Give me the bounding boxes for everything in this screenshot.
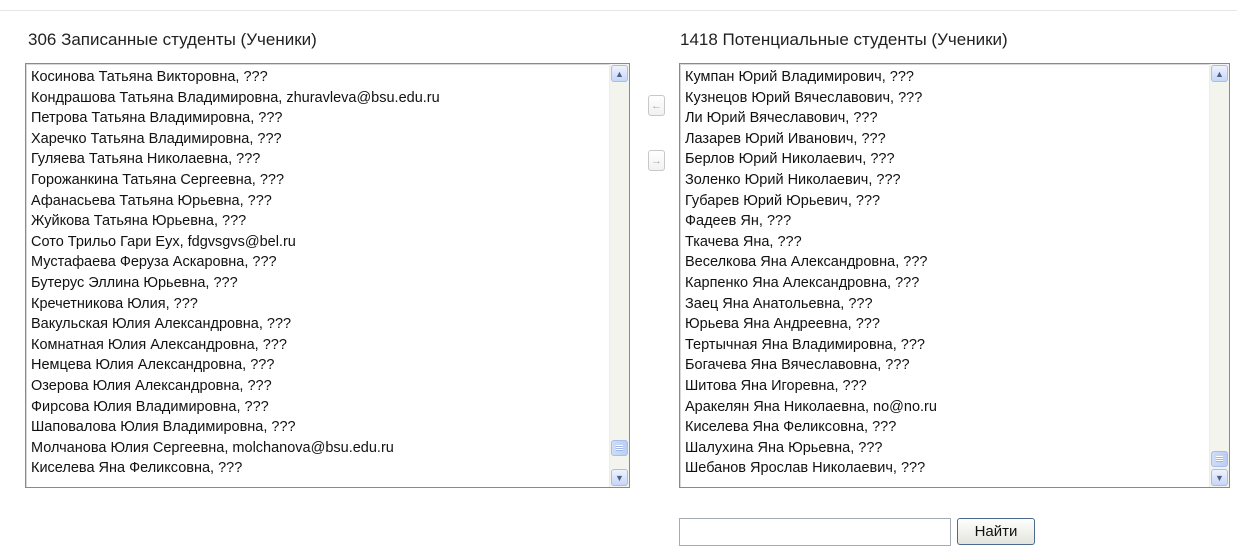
search-input[interactable] [679, 518, 951, 546]
add-student-button[interactable]: ← [648, 95, 665, 116]
list-item[interactable]: Озерова Юлия Александровна, ??? [31, 376, 607, 397]
list-item[interactable]: Кондрашова Татьяна Владимировна, zhuravl… [31, 88, 607, 109]
potential-title: 1418 Потенциальные студенты (Ученики) [680, 30, 1008, 49]
top-divider [0, 10, 1237, 11]
list-item[interactable]: Фадеев Ян, ??? [685, 211, 1207, 232]
list-item[interactable]: Юрьева Яна Андреевна, ??? [685, 314, 1207, 335]
list-item[interactable]: Заец Яна Анатольевна, ??? [685, 294, 1207, 315]
list-item[interactable]: Фирсова Юлия Владимировна, ??? [31, 397, 607, 418]
list-item[interactable]: Петрова Татьяна Владимировна, ??? [31, 108, 607, 129]
list-item[interactable]: Лазарев Юрий Иванович, ??? [685, 129, 1207, 150]
list-item[interactable]: Комнатная Юлия Александровна, ??? [31, 335, 607, 356]
list-item[interactable]: Киселева Яна Феликсовна, ??? [685, 417, 1207, 438]
list-item[interactable]: Харечко Татьяна Владимировна, ??? [31, 129, 607, 150]
list-item[interactable]: Горожанкина Татьяна Сергеевна, ??? [31, 170, 607, 191]
list-item[interactable]: Аракелян Яна Николаевна, no@no.ru [685, 397, 1207, 418]
chevron-up-icon[interactable]: ▲ [611, 65, 628, 82]
list-item[interactable]: Веселкова Яна Александровна, ??? [685, 252, 1207, 273]
list-item[interactable]: Кузнецов Юрий Вячеславович, ??? [685, 88, 1207, 109]
list-item[interactable]: Афанасьева Татьяна Юрьевна, ??? [31, 191, 607, 212]
list-item[interactable]: Богачева Яна Вячеславовна, ??? [685, 355, 1207, 376]
list-item[interactable]: Немцева Юлия Александровна, ??? [31, 355, 607, 376]
list-item[interactable]: Губарев Юрий Юрьевич, ??? [685, 191, 1207, 212]
arrow-right-icon: → [651, 154, 662, 167]
potential-scrollbar[interactable]: ▲ ▼ [1209, 64, 1229, 487]
list-item[interactable]: Карпенко Яна Александровна, ??? [685, 273, 1207, 294]
enrolled-title: 306 Записанные студенты (Ученики) [28, 30, 317, 49]
list-item[interactable]: Тертычная Яна Владимировна, ??? [685, 335, 1207, 356]
list-item[interactable]: Шитова Яна Игоревна, ??? [685, 376, 1207, 397]
enrolled-students-list[interactable]: Косинова Татьяна Викторовна, ??? Кондрашо… [25, 63, 630, 488]
potential-list-items: Кумпан Юрий Владимирович, ??? Кузнецов Юр… [680, 64, 1207, 479]
list-item[interactable]: Ткачева Яна, ??? [685, 232, 1207, 253]
chevron-down-icon[interactable]: ▼ [611, 469, 628, 486]
list-item[interactable]: Молчанова Юлия Сергеевна, molchanova@bsu… [31, 438, 607, 459]
potential-students-list[interactable]: Кумпан Юрий Владимирович, ??? Кузнецов Юр… [679, 63, 1230, 488]
list-item[interactable]: Кумпан Юрий Владимирович, ??? [685, 67, 1207, 88]
list-item[interactable]: Золенко Юрий Николаевич, ??? [685, 170, 1207, 191]
list-item[interactable]: Ли Юрий Вячеславович, ??? [685, 108, 1207, 129]
enrolled-scroll-thumb[interactable] [611, 440, 628, 456]
potential-scroll-thumb[interactable] [1211, 451, 1228, 467]
list-item[interactable]: Бутерус Эллина Юрьевна, ??? [31, 273, 607, 294]
list-item[interactable]: Берлов Юрий Николаевич, ??? [685, 149, 1207, 170]
arrow-left-icon: ← [651, 99, 662, 112]
list-item[interactable]: Кречетникова Юлия, ??? [31, 294, 607, 315]
list-item[interactable]: Жуйкова Татьяна Юрьевна, ??? [31, 211, 607, 232]
enrolled-list-items: Косинова Татьяна Викторовна, ??? Кондрашо… [26, 64, 607, 479]
list-item[interactable]: Шаповалова Юлия Владимировна, ??? [31, 417, 607, 438]
chevron-up-icon[interactable]: ▲ [1211, 65, 1228, 82]
list-item[interactable]: Сото Трильо Гари Еух, fdgvsgvs@bel.ru [31, 232, 607, 253]
list-item[interactable]: Шалухина Яна Юрьевна, ??? [685, 438, 1207, 459]
chevron-down-icon[interactable]: ▼ [1211, 469, 1228, 486]
search-button[interactable]: Найти [957, 518, 1035, 545]
list-item[interactable]: Вакульская Юлия Александровна, ??? [31, 314, 607, 335]
list-item[interactable]: Шебанов Ярослав Николаевич, ??? [685, 458, 1207, 479]
list-item[interactable]: Мустафаева Феруза Аскаровна, ??? [31, 252, 607, 273]
list-item[interactable]: Киселева Яна Феликсовна, ??? [31, 458, 607, 479]
enrolled-scrollbar[interactable]: ▲ ▼ [609, 64, 629, 487]
list-item[interactable]: Косинова Татьяна Викторовна, ??? [31, 67, 607, 88]
remove-student-button[interactable]: → [648, 150, 665, 171]
list-item[interactable]: Гуляева Татьяна Николаевна, ??? [31, 149, 607, 170]
